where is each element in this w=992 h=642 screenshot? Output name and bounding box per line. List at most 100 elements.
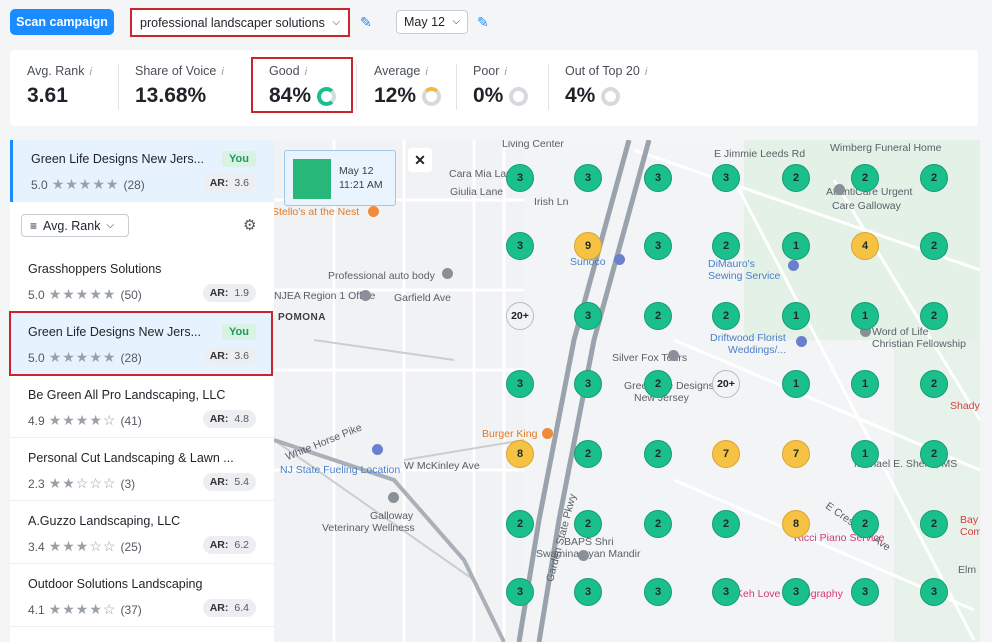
rank-pin[interactable]: 7 <box>782 440 810 468</box>
map-label: Com <box>960 526 980 538</box>
metric-value: 13.68% <box>135 84 207 107</box>
fuel-station-icon[interactable] <box>614 254 625 265</box>
rank-pin[interactable]: 2 <box>920 164 948 192</box>
rank-pin[interactable]: 3 <box>782 578 810 606</box>
ar-value: 6.2 <box>234 539 249 551</box>
rank-pin[interactable]: 4 <box>851 232 879 260</box>
rank-pin[interactable]: 2 <box>851 164 879 192</box>
list-item[interactable]: Outdoor Solutions Landscaping 4.1 ★★★★☆ … <box>10 565 274 627</box>
info-icon[interactable]: i <box>425 66 427 78</box>
rank-pin[interactable]: 2 <box>712 302 740 330</box>
rank-pin[interactable]: 7 <box>712 440 740 468</box>
rating-value: 4.9 <box>28 413 45 428</box>
stars-icon: ★★☆☆☆ <box>48 475 117 491</box>
rank-pin[interactable]: 2 <box>574 440 602 468</box>
gear-icon[interactable]: ⚙ <box>243 216 256 234</box>
rank-pin[interactable]: 3 <box>506 370 534 398</box>
rank-pin[interactable]: 3 <box>506 578 534 606</box>
rank-pin[interactable]: 2 <box>782 164 810 192</box>
rank-pin[interactable]: 3 <box>644 578 672 606</box>
rank-pin[interactable]: 1 <box>782 370 810 398</box>
rank-pin[interactable]: 3 <box>574 370 602 398</box>
rank-pin[interactable]: 2 <box>851 510 879 538</box>
rank-pin[interactable]: 2 <box>920 440 948 468</box>
restaurant-icon[interactable] <box>542 428 553 439</box>
rank-pin[interactable]: 2 <box>644 440 672 468</box>
list-item[interactable]: Grasshoppers Solutions 5.0 ★★★★★ (50) AR… <box>10 250 274 312</box>
scan-grid-thumbnail <box>293 159 331 199</box>
map-label: Shady <box>950 400 980 412</box>
rank-pin[interactable]: 2 <box>644 302 672 330</box>
date-select[interactable]: May 12 ⌵ <box>396 10 468 34</box>
rank-pin[interactable]: 2 <box>920 232 948 260</box>
info-icon[interactable]: i <box>645 66 647 78</box>
rank-pin[interactable]: 3 <box>644 164 672 192</box>
rank-pin[interactable]: 3 <box>851 578 879 606</box>
rank-pin[interactable]: 8 <box>782 510 810 538</box>
rank-pin[interactable]: 1 <box>851 440 879 468</box>
rank-pin[interactable]: 2 <box>644 510 672 538</box>
rank-pin[interactable]: 1 <box>851 302 879 330</box>
sort-icon: ≡ <box>30 218 38 233</box>
scan-campaign-button[interactable]: Scan campaign <box>10 9 114 35</box>
edit-keyword-icon[interactable]: ✎ <box>360 14 376 30</box>
sort-dropdown[interactable]: ≡ Avg. Rank ⌵ <box>21 214 129 237</box>
hospital-icon[interactable] <box>834 184 845 195</box>
rank-pin[interactable]: 2 <box>712 232 740 260</box>
list-item[interactable]: Personal Cut Landscaping & Lawn ... 2.3 … <box>10 439 274 501</box>
rank-pin[interactable]: 9 <box>574 232 602 260</box>
ar-label: AR: <box>209 287 229 299</box>
info-icon[interactable]: i <box>504 66 506 78</box>
keyword-select[interactable]: professional landscaper solutions ⌵ <box>130 8 350 37</box>
scan-preview-popup[interactable]: May 12 11:21 AM <box>284 150 396 206</box>
rank-pin[interactable]: 3 <box>644 232 672 260</box>
vet-icon[interactable] <box>388 492 399 503</box>
rank-pin[interactable]: 2 <box>506 510 534 538</box>
rank-pin[interactable]: 1 <box>851 370 879 398</box>
rank-pin[interactable]: 3 <box>506 164 534 192</box>
rank-pin[interactable]: 3 <box>574 578 602 606</box>
rank-pin[interactable]: 2 <box>920 302 948 330</box>
rating-value: 5.0 <box>28 287 45 302</box>
chevron-down-icon: ⌵ <box>452 16 460 27</box>
place-icon[interactable] <box>668 350 679 361</box>
shop-icon[interactable] <box>788 260 799 271</box>
rank-map[interactable]: Living Center Wimberg Funeral Home Cara … <box>274 140 980 642</box>
ar-badge: AR: 1.9 <box>202 284 256 302</box>
info-icon[interactable]: i <box>89 66 91 78</box>
map-label: W McKinley Ave <box>404 460 480 472</box>
rank-pin[interactable]: 1 <box>782 232 810 260</box>
rank-pin[interactable]: 8 <box>506 440 534 468</box>
pinned-business-card[interactable]: Green Life Designs New Jers... You 5.0 ★… <box>10 140 274 202</box>
rank-pin[interactable]: 2 <box>712 510 740 538</box>
rank-pin[interactable]: 2 <box>574 510 602 538</box>
fuel-station-icon[interactable] <box>372 444 383 455</box>
rank-pin[interactable]: 20+ <box>506 302 534 330</box>
place-icon[interactable] <box>442 268 453 279</box>
rank-pin[interactable]: 2 <box>920 510 948 538</box>
map-label: Bay <box>960 514 979 526</box>
close-icon[interactable]: ✕ <box>408 148 432 172</box>
rank-pin[interactable]: 3 <box>712 164 740 192</box>
rank-pin[interactable]: 3 <box>712 578 740 606</box>
list-item[interactable]: A.Guzzo Landscaping, LLC 3.4 ★★★☆☆ (25) … <box>10 502 274 564</box>
rank-pin[interactable]: 1 <box>782 302 810 330</box>
edit-date-icon[interactable]: ✎ <box>477 14 493 30</box>
rank-pin[interactable]: 3 <box>574 302 602 330</box>
rank-pin[interactable]: 2 <box>644 370 672 398</box>
list-item[interactable]: Be Green All Pro Landscaping, LLC 4.9 ★★… <box>10 376 274 438</box>
restaurant-icon[interactable] <box>368 206 379 217</box>
metric-label: Share of Voice <box>135 64 217 78</box>
business-name: Be Green All Pro Landscaping, LLC <box>28 388 226 402</box>
rank-pin[interactable]: 3 <box>920 578 948 606</box>
ar-badge: AR: 6.2 <box>202 536 256 554</box>
rank-pin[interactable]: 3 <box>506 232 534 260</box>
info-icon[interactable]: i <box>221 66 223 78</box>
rank-pin[interactable]: 2 <box>920 370 948 398</box>
rating-row: 2.3 ★★☆☆☆ (3) <box>28 475 135 492</box>
shop-icon[interactable] <box>796 336 807 347</box>
place-icon[interactable] <box>360 290 371 301</box>
rank-pin[interactable]: 20+ <box>712 370 740 398</box>
temple-icon[interactable] <box>578 550 589 561</box>
rank-pin[interactable]: 3 <box>574 164 602 192</box>
